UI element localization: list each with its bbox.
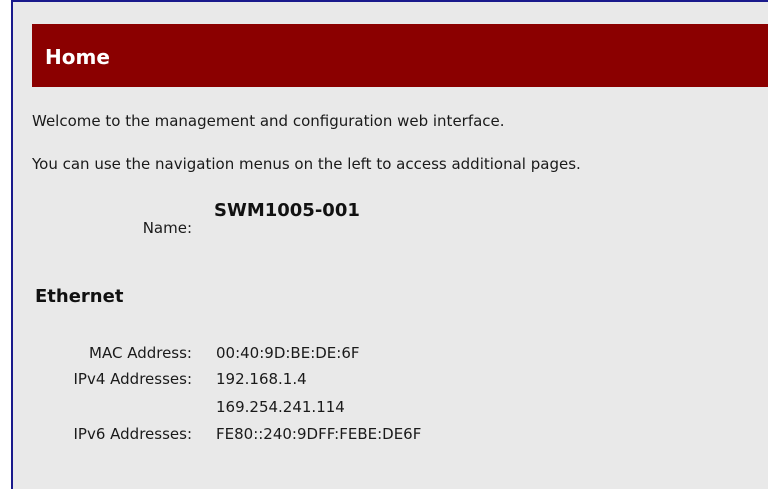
ipv4-addresses-label: IPv4 Addresses: bbox=[73, 370, 193, 388]
content-frame: Home Welcome to the management and confi… bbox=[11, 0, 768, 489]
welcome-text: Welcome to the management and configurat… bbox=[32, 112, 505, 130]
ipv6-address-value: FE80::240:9DFF:FEBE:DE6F bbox=[216, 425, 422, 443]
ethernet-section-title: Ethernet bbox=[35, 286, 124, 307]
page-title: Home bbox=[45, 45, 110, 69]
device-name-label: Name: bbox=[142, 219, 192, 237]
device-name-value: SWM1005-001 bbox=[214, 200, 360, 221]
ipv4-address-value: 192.168.1.4 bbox=[216, 370, 307, 388]
page-header: Home bbox=[32, 24, 768, 87]
mac-address-label: MAC Address: bbox=[89, 344, 192, 362]
ipv4-address-value: 169.254.241.114 bbox=[216, 398, 345, 416]
ipv6-addresses-label: IPv6 Addresses: bbox=[73, 425, 193, 443]
mac-address-value: 00:40:9D:BE:DE:6F bbox=[216, 344, 360, 362]
navigation-hint-text: You can use the navigation menus on the … bbox=[32, 155, 581, 173]
